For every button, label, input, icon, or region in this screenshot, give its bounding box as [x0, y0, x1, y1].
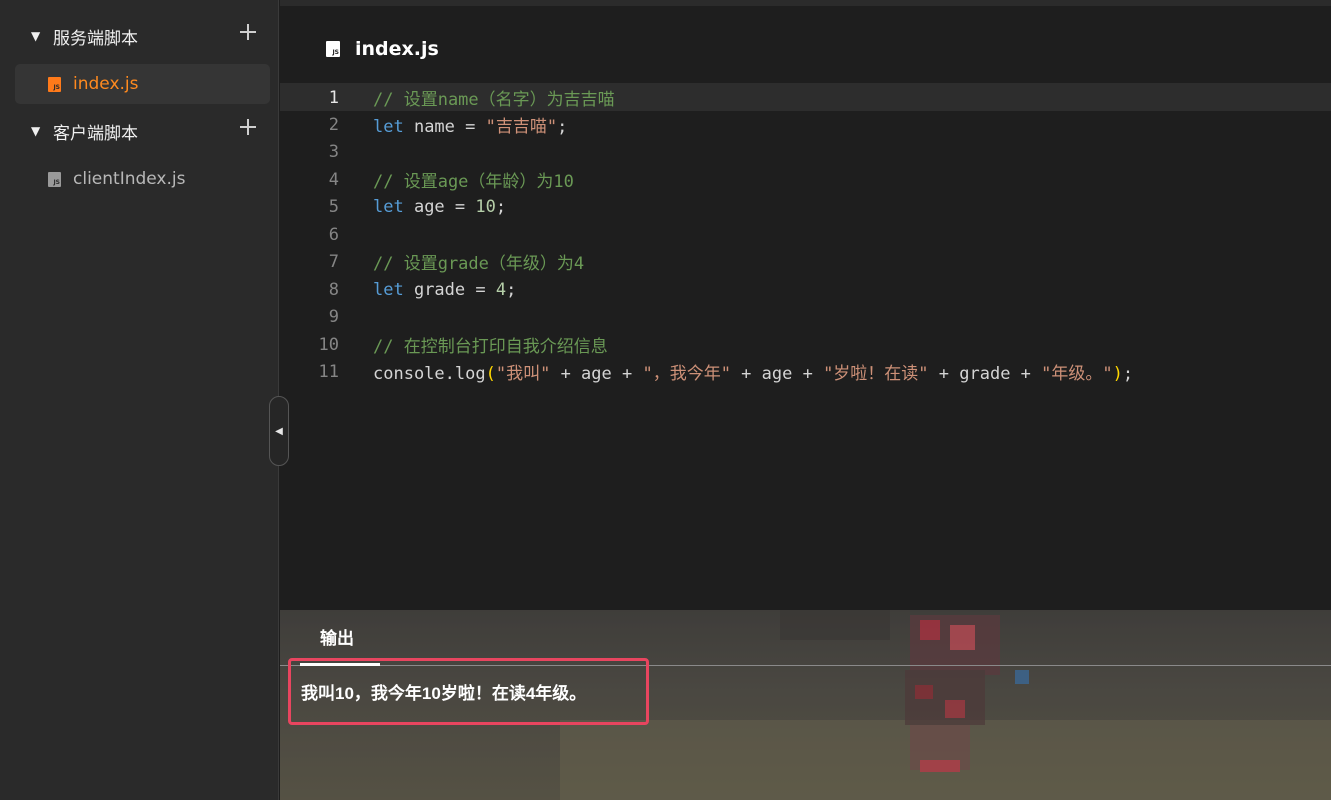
line-number: 10 — [318, 334, 339, 355]
editor-tab-title: index.js — [355, 38, 439, 60]
console-output-text: 我叫10，我今年10岁啦！在读4年级。 — [301, 684, 587, 703]
caret-down-icon[interactable]: ▼ — [31, 29, 43, 43]
code-line[interactable]: 4 // 设置age（年龄）为10 — [280, 166, 1331, 193]
line-code: // 设置grade（年级）为4 — [373, 254, 585, 274]
js-file-icon: JS — [326, 41, 340, 57]
line-code: // 在控制台打印自我介绍信息 — [373, 337, 608, 357]
code-line[interactable]: 7 // 设置grade（年级）为4 — [280, 248, 1331, 275]
line-number: 8 — [328, 279, 339, 300]
line-number: 5 — [328, 196, 339, 217]
js-file-icon: JS — [48, 171, 61, 187]
sidebar-collapse-button[interactable]: ◀ — [269, 396, 289, 466]
code-line[interactable]: 5 let age = 10; — [280, 193, 1331, 220]
server-folder-label: 服务端脚本 — [53, 28, 138, 49]
editor-tab[interactable]: JS index.js — [326, 36, 439, 62]
line-code: // 设置age（年龄）为10 — [373, 172, 574, 192]
caret-left-icon: ◀ — [275, 425, 283, 437]
code-line[interactable]: 2 let name = "吉吉喵"; — [280, 111, 1331, 138]
code-line[interactable]: 1 // 设置name（名字）为吉吉喵 — [280, 84, 1331, 111]
js-file-icon: JS — [48, 76, 61, 92]
line-number: 3 — [328, 141, 339, 162]
line-number: 6 — [328, 224, 339, 245]
line-code: let age = 10; — [373, 196, 507, 217]
line-code: let name = "吉吉喵"; — [373, 117, 568, 137]
output-tab[interactable]: 输出 — [320, 624, 354, 649]
line-number: 4 — [328, 169, 339, 190]
code-line[interactable]: 6 — [280, 221, 1331, 248]
line-code: let grade = 4; — [373, 279, 517, 300]
client-folder-label: 客户端脚本 — [53, 123, 138, 144]
plus-icon[interactable] — [239, 23, 257, 41]
code-line[interactable]: 10 // 在控制台打印自我介绍信息 — [280, 331, 1331, 358]
file-name: clientIndex.js — [73, 169, 186, 189]
line-number: 9 — [328, 306, 339, 327]
file-clientindex-js[interactable]: JS clientIndex.js — [15, 159, 270, 199]
file-name: index.js — [73, 74, 139, 94]
line-number: 1 — [328, 87, 339, 108]
line-number: 7 — [328, 251, 339, 272]
code-line[interactable]: 8 let grade = 4; — [280, 276, 1331, 303]
line-code: console.log("我叫" + age + "，我今年" + age + … — [373, 364, 1134, 384]
code-editor[interactable]: JS index.js 1 // 设置name（名字）为吉吉喵 2 let na… — [280, 0, 1331, 610]
line-code: // 设置name（名字）为吉吉喵 — [373, 90, 615, 110]
server-scripts-folder[interactable]: ▼ 服务端脚本 — [0, 16, 279, 56]
code-line[interactable]: 3 — [280, 138, 1331, 165]
script-sidebar: ▼ 服务端脚本 JS index.js ▼ 客户端脚本 JS clientInd… — [0, 0, 279, 800]
editor-top-strip — [280, 0, 1331, 6]
plus-icon[interactable] — [239, 118, 257, 136]
output-panel: 输出 我叫10，我今年10岁啦！在读4年级。 — [280, 610, 1331, 800]
code-line[interactable]: 9 — [280, 303, 1331, 330]
line-number: 2 — [328, 114, 339, 135]
file-index-js[interactable]: JS index.js — [15, 64, 270, 104]
client-scripts-folder[interactable]: ▼ 客户端脚本 — [0, 111, 279, 151]
line-number: 11 — [318, 361, 339, 382]
code-line[interactable]: 11 console.log("我叫" + age + "，我今年" + age… — [280, 358, 1331, 385]
caret-down-icon[interactable]: ▼ — [31, 124, 43, 138]
